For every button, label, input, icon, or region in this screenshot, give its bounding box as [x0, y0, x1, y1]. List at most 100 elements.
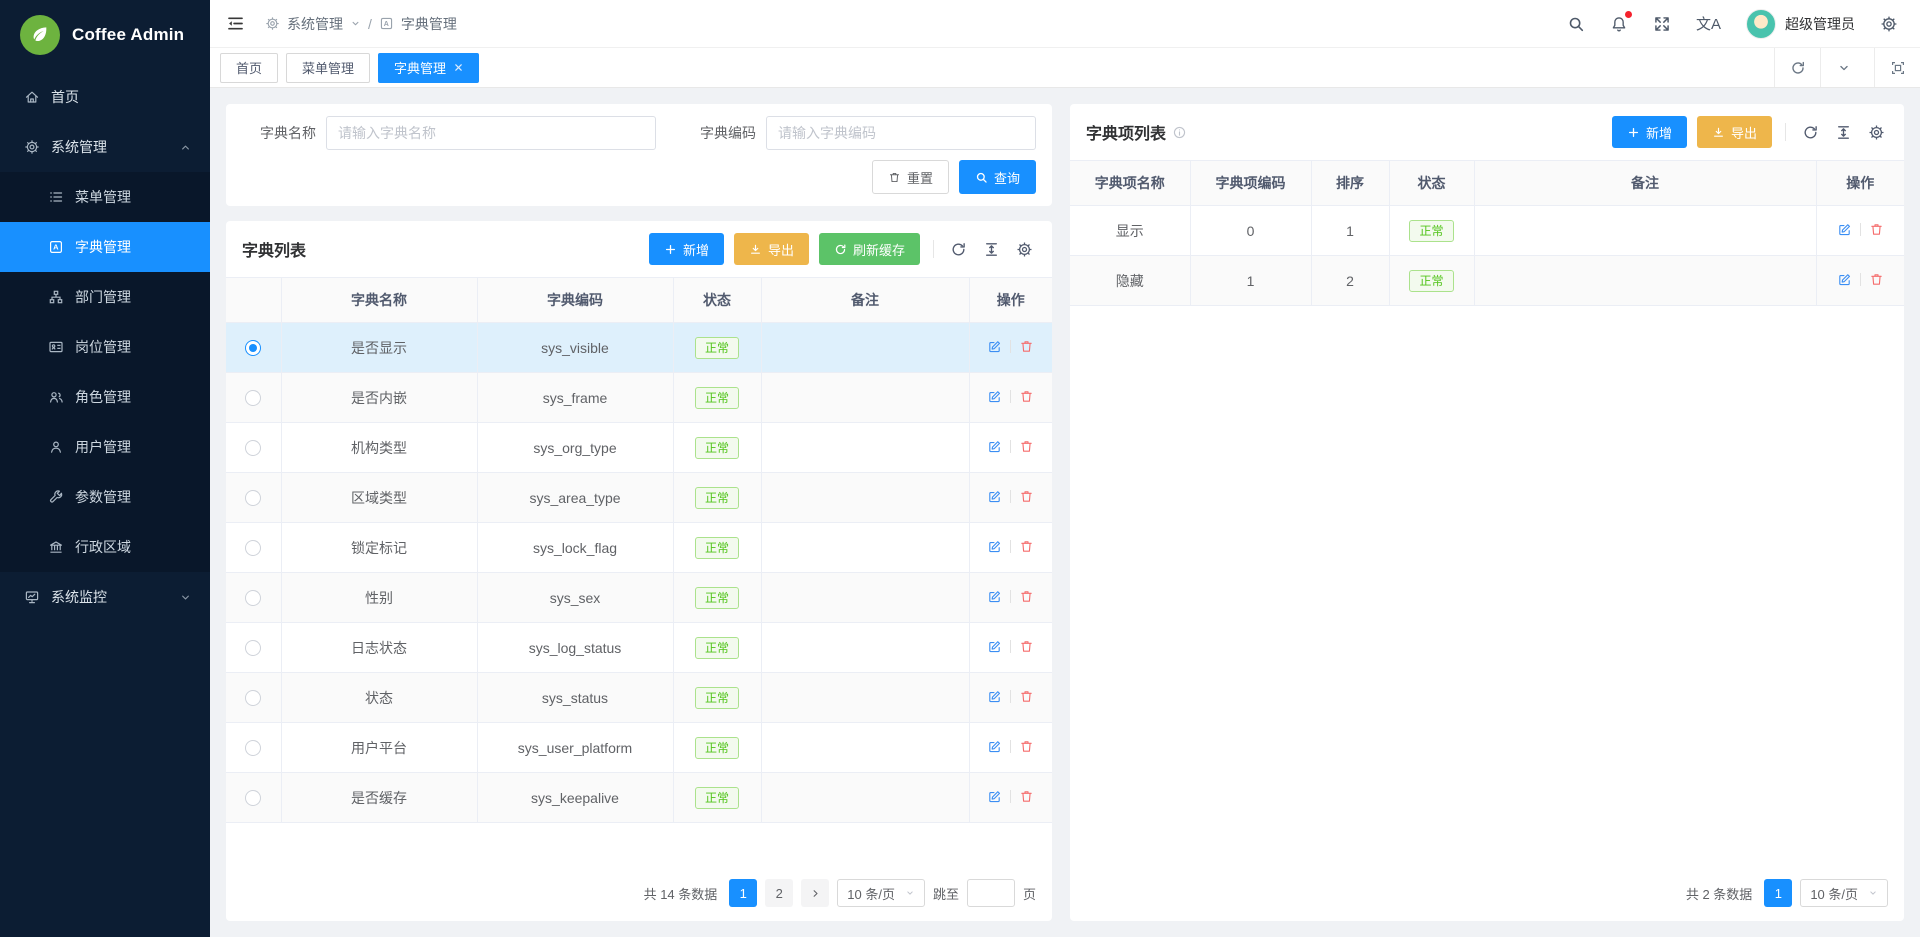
row-radio[interactable]: [245, 640, 261, 656]
gear-icon[interactable]: [1868, 124, 1885, 141]
edit-icon[interactable]: [987, 439, 1002, 454]
row-radio[interactable]: [245, 790, 261, 806]
fullscreen-icon[interactable]: [1653, 15, 1671, 33]
divider: [1010, 740, 1011, 753]
sidebar-item-post-mgmt[interactable]: 岗位管理: [0, 322, 210, 372]
refresh-cache-button[interactable]: 刷新缓存: [819, 233, 920, 265]
table-row[interactable]: 区域类型 sys_area_type 正常: [226, 473, 1052, 523]
refresh-icon[interactable]: [1802, 124, 1819, 141]
jump-page-input[interactable]: [967, 879, 1015, 907]
delete-icon[interactable]: [1019, 389, 1034, 404]
translate-icon[interactable]: 文A: [1696, 13, 1721, 34]
row-radio[interactable]: [245, 490, 261, 506]
table-row[interactable]: 用户平台 sys_user_platform 正常: [226, 723, 1052, 773]
table-row[interactable]: 机构类型 sys_org_type 正常: [226, 423, 1052, 473]
tab-menu-mgmt[interactable]: 菜单管理: [286, 53, 370, 83]
sidebar-item-home[interactable]: 首页: [0, 72, 210, 122]
refresh-tab-icon[interactable]: [1774, 48, 1820, 87]
tab-home[interactable]: 首页: [220, 53, 278, 83]
page-button-2[interactable]: 2: [765, 879, 793, 907]
add-button[interactable]: 新增: [649, 233, 724, 265]
gear-icon[interactable]: [1016, 241, 1033, 258]
delete-icon[interactable]: [1019, 739, 1034, 754]
reset-button[interactable]: 重置: [872, 160, 949, 194]
row-radio[interactable]: [245, 540, 261, 556]
delete-icon[interactable]: [1019, 489, 1034, 504]
query-button[interactable]: 查询: [959, 160, 1036, 194]
settings-gear-icon[interactable]: [1880, 15, 1898, 33]
row-radio[interactable]: [245, 390, 261, 406]
bell-icon[interactable]: [1610, 15, 1628, 33]
sidebar-item-system-monitor[interactable]: 系统监控: [0, 572, 210, 622]
delete-icon[interactable]: [1019, 439, 1034, 454]
column-height-icon[interactable]: [983, 241, 1000, 258]
sidebar-item-dict-mgmt[interactable]: A 字典管理: [0, 222, 210, 272]
breadcrumb: 系统管理 / A 字典管理: [265, 14, 457, 34]
sidebar-item-user-mgmt[interactable]: 用户管理: [0, 422, 210, 472]
page-size-select[interactable]: 10 条/页: [837, 879, 925, 907]
sidebar-item-role-mgmt[interactable]: 角色管理: [0, 372, 210, 422]
delete-icon[interactable]: [1019, 339, 1034, 354]
edit-icon[interactable]: [987, 689, 1002, 704]
sidebar-item-admin-region[interactable]: 行政区域: [0, 522, 210, 572]
table-row[interactable]: 是否缓存 sys_keepalive 正常: [226, 773, 1052, 823]
remark-cell: [1474, 256, 1816, 306]
edit-icon[interactable]: [987, 639, 1002, 654]
page-size-select[interactable]: 10 条/页: [1800, 879, 1888, 907]
close-icon[interactable]: [454, 63, 463, 72]
row-radio[interactable]: [245, 590, 261, 606]
table-row[interactable]: 是否显示 sys_visible 正常: [226, 323, 1052, 373]
table-row[interactable]: 是否内嵌 sys_frame 正常: [226, 373, 1052, 423]
breadcrumb-parent[interactable]: 系统管理: [287, 14, 343, 34]
delete-icon[interactable]: [1019, 789, 1034, 804]
row-radio[interactable]: [245, 740, 261, 756]
row-radio[interactable]: [245, 440, 261, 456]
tab-dict-mgmt[interactable]: 字典管理: [378, 53, 479, 83]
row-radio[interactable]: [245, 340, 261, 356]
edit-icon[interactable]: [1837, 222, 1852, 237]
delete-icon[interactable]: [1869, 272, 1884, 287]
delete-icon[interactable]: [1019, 589, 1034, 604]
delete-icon[interactable]: [1019, 689, 1034, 704]
table-row[interactable]: 性别 sys_sex 正常: [226, 573, 1052, 623]
dict-name-input[interactable]: [326, 116, 656, 150]
maximize-icon[interactable]: [1874, 48, 1920, 87]
total-count: 共 14 条数据: [644, 884, 718, 903]
add-item-button[interactable]: 新增: [1612, 116, 1687, 148]
dict-code-cell: sys_lock_flag: [477, 523, 673, 573]
edit-icon[interactable]: [987, 539, 1002, 554]
delete-icon[interactable]: [1019, 639, 1034, 654]
sidebar-item-menu-mgmt[interactable]: 菜单管理: [0, 172, 210, 222]
delete-icon[interactable]: [1019, 539, 1034, 554]
edit-icon[interactable]: [1837, 272, 1852, 287]
table-row[interactable]: 日志状态 sys_log_status 正常: [226, 623, 1052, 673]
table-row[interactable]: 隐藏 1 2 正常: [1070, 256, 1904, 306]
status-badge: 正常: [695, 337, 739, 359]
edit-icon[interactable]: [987, 589, 1002, 604]
export-button[interactable]: 导出: [734, 233, 809, 265]
menu-fold-icon[interactable]: [226, 14, 245, 33]
table-row[interactable]: 状态 sys_status 正常: [226, 673, 1052, 723]
edit-icon[interactable]: [987, 389, 1002, 404]
edit-icon[interactable]: [987, 789, 1002, 804]
page-button-1[interactable]: 1: [1764, 879, 1792, 907]
tab-options-chevron-icon[interactable]: [1820, 48, 1866, 87]
edit-icon[interactable]: [987, 739, 1002, 754]
next-page-button[interactable]: [801, 879, 829, 907]
table-row[interactable]: 显示 0 1 正常: [1070, 206, 1904, 256]
delete-icon[interactable]: [1869, 222, 1884, 237]
user-chip[interactable]: 超级管理员: [1746, 9, 1855, 39]
row-radio[interactable]: [245, 690, 261, 706]
sidebar-item-param-mgmt[interactable]: 参数管理: [0, 472, 210, 522]
page-button-1[interactable]: 1: [729, 879, 757, 907]
edit-icon[interactable]: [987, 339, 1002, 354]
edit-icon[interactable]: [987, 489, 1002, 504]
column-height-icon[interactable]: [1835, 124, 1852, 141]
search-icon[interactable]: [1567, 15, 1585, 33]
refresh-icon[interactable]: [950, 241, 967, 258]
dict-code-input[interactable]: [766, 116, 1036, 150]
sidebar-item-system-mgmt[interactable]: 系统管理: [0, 122, 210, 172]
export-items-button[interactable]: 导出: [1697, 116, 1772, 148]
sidebar-item-dept-mgmt[interactable]: 部门管理: [0, 272, 210, 322]
table-row[interactable]: 锁定标记 sys_lock_flag 正常: [226, 523, 1052, 573]
